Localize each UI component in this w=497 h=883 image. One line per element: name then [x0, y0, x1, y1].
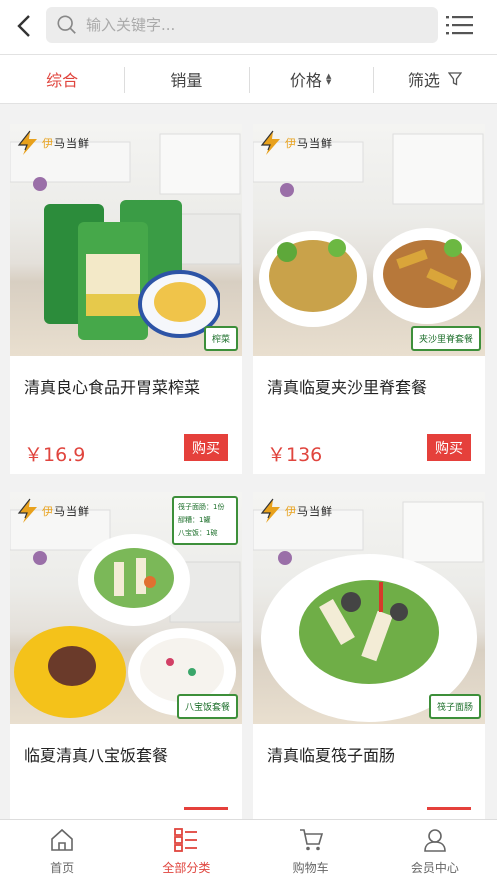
filter-bar: 综合 销量 价格 ▲ ▼ 筛选 — [0, 54, 497, 104]
product-title[interactable]: 清真临夏筏子面肠 — [253, 724, 485, 802]
filter-price[interactable]: 价格 ▲ ▼ — [248, 55, 373, 103]
filter-label: 筛选 — [407, 71, 440, 90]
product-image[interactable]: 伊马当鲜 筏子面肠 — [253, 492, 485, 724]
brand-logo: 伊马当鲜 — [16, 498, 90, 524]
product-grid: 伊马当鲜 榨菜 清真良心食品开胃菜榨菜 ￥16.9 购买 伊马当鲜 夹沙里脊套餐… — [0, 104, 497, 819]
lightning-logo-icon — [260, 498, 280, 523]
home-icon — [51, 828, 73, 851]
buy-button[interactable]: 购买 — [184, 434, 228, 461]
brand-name: 伊马当鲜 — [42, 505, 90, 518]
product-tag: 八宝饭套餐 — [176, 694, 238, 719]
product-card[interactable]: 伊马当鲜 夹沙里脊套餐 清真临夏夹沙里脊套餐 ￥136 购买 — [253, 124, 485, 474]
product-card[interactable]: 伊马当鲜 筏子面肠 清真临夏筏子面肠 — [253, 492, 485, 819]
filter-label: 销量 — [170, 71, 203, 90]
product-title[interactable]: 清真临夏夹沙里脊套餐 — [253, 356, 485, 434]
buy-button[interactable]: 购买 — [427, 434, 471, 461]
tab-member-center[interactable]: 会员中心 — [373, 820, 497, 883]
list-menu-button[interactable] — [445, 10, 475, 40]
back-arrow-icon — [17, 15, 30, 37]
tab-label: 购物车 — [292, 861, 329, 875]
product-title[interactable]: 临夏清真八宝饭套餐 — [10, 724, 242, 802]
brand-name: 伊马当鲜 — [42, 137, 90, 150]
brand-name: 伊马当鲜 — [285, 137, 333, 150]
product-image[interactable]: 伊马当鲜 筏子面肠：1份 醪糟：1罐 八宝饭：1碗 八宝饭套餐 — [10, 492, 242, 724]
product-card[interactable]: 伊马当鲜 筏子面肠：1份 醪糟：1罐 八宝饭：1碗 八宝饭套餐 临夏清真八宝饭套… — [10, 492, 242, 819]
brand-name: 伊马当鲜 — [285, 505, 333, 518]
sort-arrows-icon: ▲ ▼ — [325, 72, 332, 86]
tab-cart[interactable]: 购物车 — [249, 820, 373, 883]
buy-button-partial[interactable] — [184, 807, 228, 810]
lightning-logo-icon — [260, 130, 280, 155]
pickle-packages-illustration — [44, 200, 220, 340]
search-input[interactable] — [86, 16, 406, 34]
tab-all-categories[interactable]: 全部分类 — [124, 820, 248, 883]
product-image[interactable]: 伊马当鲜 榨菜 — [10, 124, 242, 356]
product-price: ￥136 — [267, 444, 323, 466]
filter-label: 价格 — [289, 71, 322, 90]
search-box[interactable] — [46, 7, 438, 43]
lightning-logo-icon — [17, 498, 37, 523]
list-menu-icon — [446, 16, 473, 35]
product-price: ￥16.9 — [24, 444, 86, 466]
tab-label: 首页 — [50, 861, 75, 875]
bottom-tab-bar: 首页 全部分类 购物车 会员中心 — [0, 819, 497, 883]
search-icon — [54, 12, 80, 38]
product-tag: 筏子面肠 — [428, 694, 481, 719]
buy-button-partial[interactable] — [427, 807, 471, 810]
product-title[interactable]: 清真良心食品开胃菜榨菜 — [10, 356, 242, 434]
product-tag: 榨菜 — [203, 326, 238, 351]
filter-sales[interactable]: 销量 — [124, 55, 248, 103]
filter-comprehensive[interactable]: 综合 — [0, 55, 124, 103]
cart-icon — [299, 829, 323, 851]
product-card[interactable]: 伊马当鲜 榨菜 清真良心食品开胃菜榨菜 ￥16.9 购买 — [10, 124, 242, 474]
back-button[interactable] — [8, 8, 42, 44]
fried-meat-dishes-illustration — [259, 228, 481, 327]
tab-label: 全部分类 — [162, 861, 211, 875]
tab-home[interactable]: 首页 — [0, 820, 124, 883]
brand-logo: 伊马当鲜 — [259, 498, 333, 524]
filter-screen[interactable]: 筛选 — [372, 55, 497, 103]
tab-label: 会员中心 — [410, 861, 459, 875]
product-tag: 夹沙里脊套餐 — [410, 326, 481, 351]
note-line: 筏子面肠：1份 — [178, 503, 225, 511]
category-icon — [174, 828, 198, 852]
funnel-icon — [447, 72, 462, 86]
brand-logo: 伊马当鲜 — [16, 130, 90, 156]
top-bar — [0, 0, 497, 54]
filter-label: 综合 — [46, 71, 79, 90]
brand-logo: 伊马当鲜 — [259, 130, 333, 156]
product-image[interactable]: 伊马当鲜 夹沙里脊套餐 — [253, 124, 485, 356]
user-icon — [424, 829, 446, 852]
note-line: 醪糟：1罐 — [178, 516, 211, 524]
lightning-logo-icon — [17, 130, 37, 155]
